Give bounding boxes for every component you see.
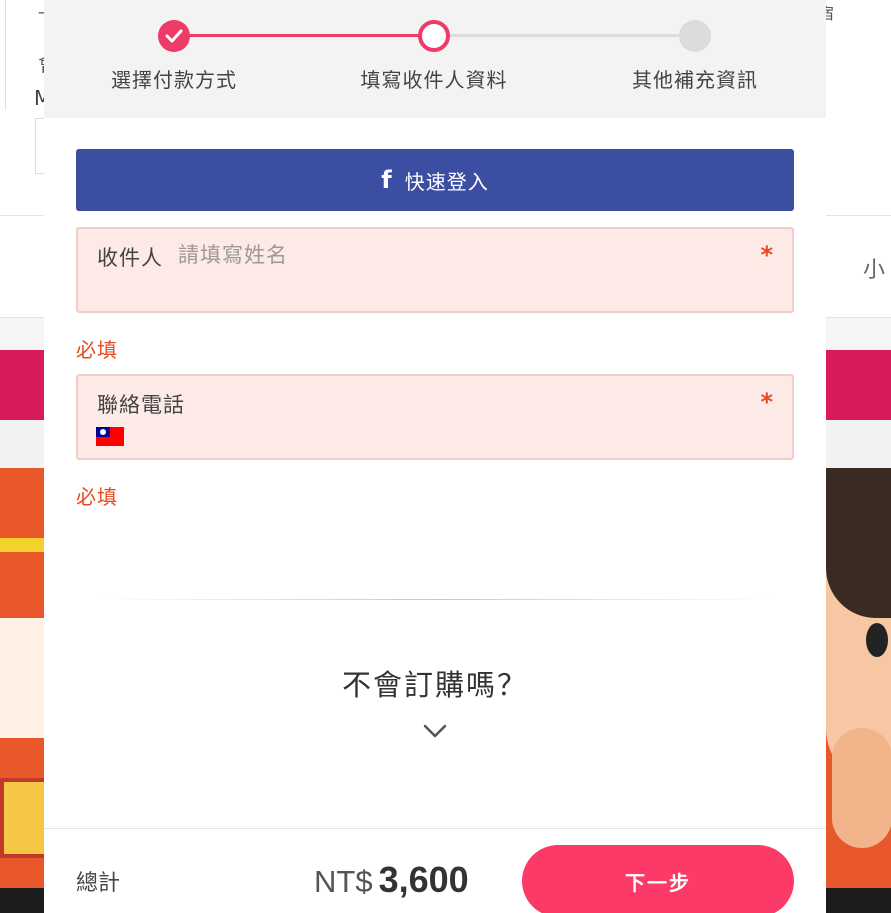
progress-line-todo <box>434 34 696 37</box>
bg-text-fragment: 小 <box>863 258 886 283</box>
step-current-indicator <box>418 20 450 52</box>
facebook-quick-login-button[interactable]: f 快速登入 <box>76 149 794 211</box>
checkout-modal: 選擇付款方式 填寫收件人資料 其他補充資訊 f 快速登入 收件人 * 必填 聯絡… <box>44 0 826 913</box>
facebook-login-label: 快速登入 <box>404 169 489 194</box>
banner-character-hand <box>832 728 891 848</box>
how-to-order-toggle[interactable]: 不會訂購嗎？ <box>44 662 826 704</box>
total-value: 3,600 <box>378 859 469 900</box>
checkout-progress: 選擇付款方式 填寫收件人資料 其他補充資訊 <box>44 0 826 118</box>
phone-field[interactable]: 聯絡電話 * <box>76 374 794 460</box>
progress-line-done <box>174 34 434 37</box>
taiwan-flag-icon[interactable] <box>96 427 124 446</box>
facebook-f-icon: f <box>381 166 393 194</box>
total-amount: NT$ 3,600 <box>314 859 469 901</box>
step-label-extra-info: 其他補充資訊 <box>632 68 758 92</box>
step-todo-indicator <box>679 20 711 52</box>
banner-character-eye <box>866 623 888 657</box>
step-label-recipient: 填寫收件人資料 <box>360 68 508 92</box>
section-divider <box>96 599 776 600</box>
step-label-payment: 選擇付款方式 <box>111 68 237 92</box>
required-asterisk: * <box>760 388 773 416</box>
required-asterisk: * <box>760 241 773 269</box>
recipient-name-error: 必填 <box>76 338 118 362</box>
recipient-name-field[interactable]: 收件人 * <box>76 227 794 313</box>
phone-error: 必填 <box>76 485 118 509</box>
phone-label: 聯絡電話 <box>97 393 185 417</box>
step-done-indicator <box>158 20 190 52</box>
banner-character-hair <box>826 468 891 618</box>
banner-shape <box>0 618 44 738</box>
total-label: 總計 <box>76 871 121 896</box>
recipient-name-label: 收件人 <box>97 246 163 270</box>
next-step-button[interactable]: 下一步 <box>522 845 794 913</box>
chevron-down-icon[interactable] <box>421 720 449 742</box>
phone-input[interactable] <box>178 388 738 418</box>
bg-left-panel-edge <box>0 0 6 110</box>
checkmark-icon <box>165 29 183 43</box>
currency-label: NT$ <box>314 864 373 899</box>
recipient-name-input[interactable] <box>178 241 738 271</box>
checkout-footer: 總計 NT$ 3,600 下一步 <box>44 828 826 913</box>
